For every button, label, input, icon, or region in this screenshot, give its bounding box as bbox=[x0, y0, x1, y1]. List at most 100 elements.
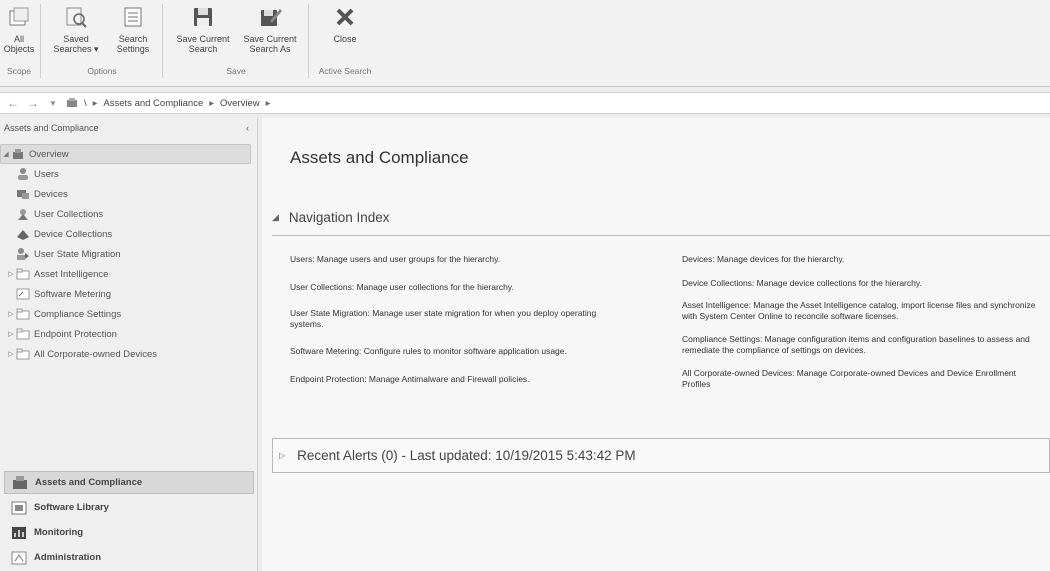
search-settings-icon bbox=[119, 3, 147, 31]
group-active-search: Active Search bbox=[318, 66, 372, 76]
tree-item-label: Software Metering bbox=[34, 288, 112, 300]
address-bar: ← → ▾ \ ▸ Assets and Compliance ▸ Overvi… bbox=[0, 92, 1050, 114]
navigation-index-title: Navigation Index bbox=[288, 210, 390, 225]
navigation-pane: Assets and Compliance ‹ ◢ Overview Users… bbox=[0, 118, 258, 571]
nav-link-all-corporate-owned-devices[interactable]: All Corporate-owned Devices: Manage Corp… bbox=[682, 368, 1044, 390]
expand-icon[interactable]: ▷ bbox=[6, 270, 16, 278]
close-search-button[interactable]: Close bbox=[320, 3, 370, 65]
tree-item-label: User Collections bbox=[34, 208, 104, 220]
software-library-icon bbox=[10, 499, 28, 517]
saved-searches-button[interactable]: Saved Searches ▾ bbox=[46, 3, 106, 65]
saved-searches-icon bbox=[62, 3, 90, 31]
section-divider bbox=[272, 235, 1050, 236]
nav-link-users[interactable]: Users: Manage users and user groups for … bbox=[290, 254, 500, 265]
collapse-pane-button[interactable]: ‹ bbox=[246, 123, 249, 133]
close-label: Close bbox=[333, 34, 357, 44]
tree-item-label: Compliance Settings bbox=[34, 308, 122, 320]
history-dropdown[interactable]: ▾ bbox=[46, 98, 60, 109]
save-as-icon bbox=[256, 3, 284, 31]
nav-link-software-metering[interactable]: Software Metering: Configure rules to mo… bbox=[290, 346, 567, 357]
tree-item-user-collections[interactable]: User Collections bbox=[0, 204, 257, 224]
root-icon bbox=[66, 97, 78, 109]
tree-item-users[interactable]: Users bbox=[0, 164, 257, 184]
tree-item-asset-intelligence[interactable]: ▷ Asset Intelligence bbox=[0, 264, 257, 284]
navigation-index-left: Users: Manage users and user groups for … bbox=[290, 254, 650, 394]
tree-item-overview[interactable]: ◢ Overview bbox=[0, 144, 251, 164]
folder-icon bbox=[16, 327, 30, 341]
expand-icon[interactable]: ▷ bbox=[6, 330, 16, 338]
tree-item-label: Devices bbox=[34, 188, 68, 200]
tree-item-label: Endpoint Protection bbox=[34, 328, 117, 340]
monitoring-icon bbox=[10, 524, 28, 542]
main-content: Assets and Compliance ◢ Navigation Index… bbox=[262, 118, 1050, 571]
ribbon-separator bbox=[162, 4, 163, 78]
nav-link-compliance-settings[interactable]: Compliance Settings: Manage configuratio… bbox=[682, 334, 1044, 356]
breadcrumb-root[interactable]: \ bbox=[84, 98, 87, 109]
breadcrumb-separator: ▸ bbox=[265, 97, 271, 109]
ribbon-separator bbox=[308, 4, 309, 78]
recent-alerts-section[interactable]: ▷ Recent Alerts (0) - Last updated: 10/1… bbox=[272, 438, 1050, 473]
nav-pane-title: Assets and Compliance bbox=[4, 123, 99, 133]
tree-item-endpoint-protection[interactable]: ▷ Endpoint Protection bbox=[0, 324, 257, 344]
nav-link-devices[interactable]: Devices: Manage devices for the hierarch… bbox=[682, 254, 844, 265]
workspace-monitoring[interactable]: Monitoring bbox=[4, 521, 254, 544]
all-objects-button[interactable]: All Objects bbox=[2, 3, 36, 65]
workspace-software-library[interactable]: Software Library bbox=[4, 496, 254, 519]
save-current-search-as-button[interactable]: Save Current Search As bbox=[238, 3, 302, 65]
all-objects-icon bbox=[5, 3, 33, 31]
workspace-label: Software Library bbox=[34, 502, 109, 513]
expand-icon[interactable]: ◢ bbox=[1, 150, 11, 158]
nav-tree: ◢ Overview Users Devices User Collection… bbox=[0, 138, 257, 364]
tree-item-user-state-migration[interactable]: User State Migration bbox=[0, 244, 257, 264]
search-settings-label: Search Settings bbox=[116, 34, 150, 54]
expand-icon[interactable]: ▷ bbox=[6, 350, 16, 358]
back-button[interactable]: ← bbox=[6, 96, 20, 110]
tree-item-label: Device Collections bbox=[34, 228, 113, 240]
page-title: Assets and Compliance bbox=[290, 148, 469, 167]
expand-icon[interactable]: ▷ bbox=[6, 310, 16, 318]
save-icon bbox=[189, 3, 217, 31]
workspace-switcher: Assets and Compliance Software Library M… bbox=[4, 471, 254, 571]
tree-item-all-corporate-owned-devices[interactable]: ▷ All Corporate-owned Devices bbox=[0, 344, 257, 364]
user-icon bbox=[16, 167, 30, 181]
tree-item-label: Asset Intelligence bbox=[34, 268, 109, 280]
navigation-index-header[interactable]: ◢ Navigation Index bbox=[272, 210, 390, 225]
folder-icon bbox=[16, 307, 30, 321]
overview-icon bbox=[11, 147, 25, 161]
group-options: Options bbox=[87, 66, 117, 76]
tree-item-software-metering[interactable]: Software Metering bbox=[0, 284, 257, 304]
nav-link-user-collections[interactable]: User Collections: Manage user collection… bbox=[290, 282, 514, 293]
expand-arrow-icon: ▷ bbox=[279, 451, 286, 460]
workspace-assets-and-compliance[interactable]: Assets and Compliance bbox=[4, 471, 254, 494]
nav-header: Assets and Compliance ‹ bbox=[0, 118, 257, 138]
recent-alerts-title: Recent Alerts (0) - Last updated: 10/19/… bbox=[297, 448, 636, 463]
collapse-arrow-icon: ◢ bbox=[272, 212, 279, 222]
folder-icon bbox=[16, 267, 30, 281]
workspace-administration[interactable]: Administration bbox=[4, 546, 254, 569]
forward-button[interactable]: → bbox=[26, 96, 40, 110]
nav-link-asset-intelligence[interactable]: Asset Intelligence: Manage the Asset Int… bbox=[682, 300, 1044, 322]
nav-link-device-collections[interactable]: Device Collections: Manage device collec… bbox=[682, 278, 922, 289]
tree-item-device-collections[interactable]: Device Collections bbox=[0, 224, 257, 244]
tree-item-label: User State Migration bbox=[34, 248, 121, 260]
devices-icon bbox=[16, 187, 30, 201]
tree-item-label: Users bbox=[34, 168, 59, 180]
tree-item-devices[interactable]: Devices bbox=[0, 184, 257, 204]
breadcrumb-separator: ▸ bbox=[92, 97, 98, 109]
save-current-search-label: Save Current Search bbox=[176, 34, 230, 54]
tree-item-compliance-settings[interactable]: ▷ Compliance Settings bbox=[0, 304, 257, 324]
breadcrumb-assets[interactable]: Assets and Compliance bbox=[103, 98, 203, 109]
navigation-index-right: Devices: Manage devices for the hierarch… bbox=[682, 254, 1048, 404]
breadcrumb-overview[interactable]: Overview bbox=[220, 98, 260, 109]
administration-icon bbox=[10, 549, 28, 567]
workspace-label: Administration bbox=[34, 552, 102, 563]
ribbon: All Objects Saved Searches ▾ Search Sett… bbox=[0, 0, 1050, 87]
saved-searches-label: Saved Searches ▾ bbox=[53, 34, 99, 54]
group-save: Save bbox=[226, 66, 246, 76]
folder-icon bbox=[16, 347, 30, 361]
search-settings-button[interactable]: Search Settings bbox=[110, 3, 156, 65]
nav-link-user-state-migration[interactable]: User State Migration: Manage user state … bbox=[290, 308, 620, 330]
migration-icon bbox=[16, 247, 30, 261]
nav-link-endpoint-protection[interactable]: Endpoint Protection: Manage Antimalware … bbox=[290, 374, 530, 385]
save-current-search-button[interactable]: Save Current Search bbox=[170, 3, 236, 65]
